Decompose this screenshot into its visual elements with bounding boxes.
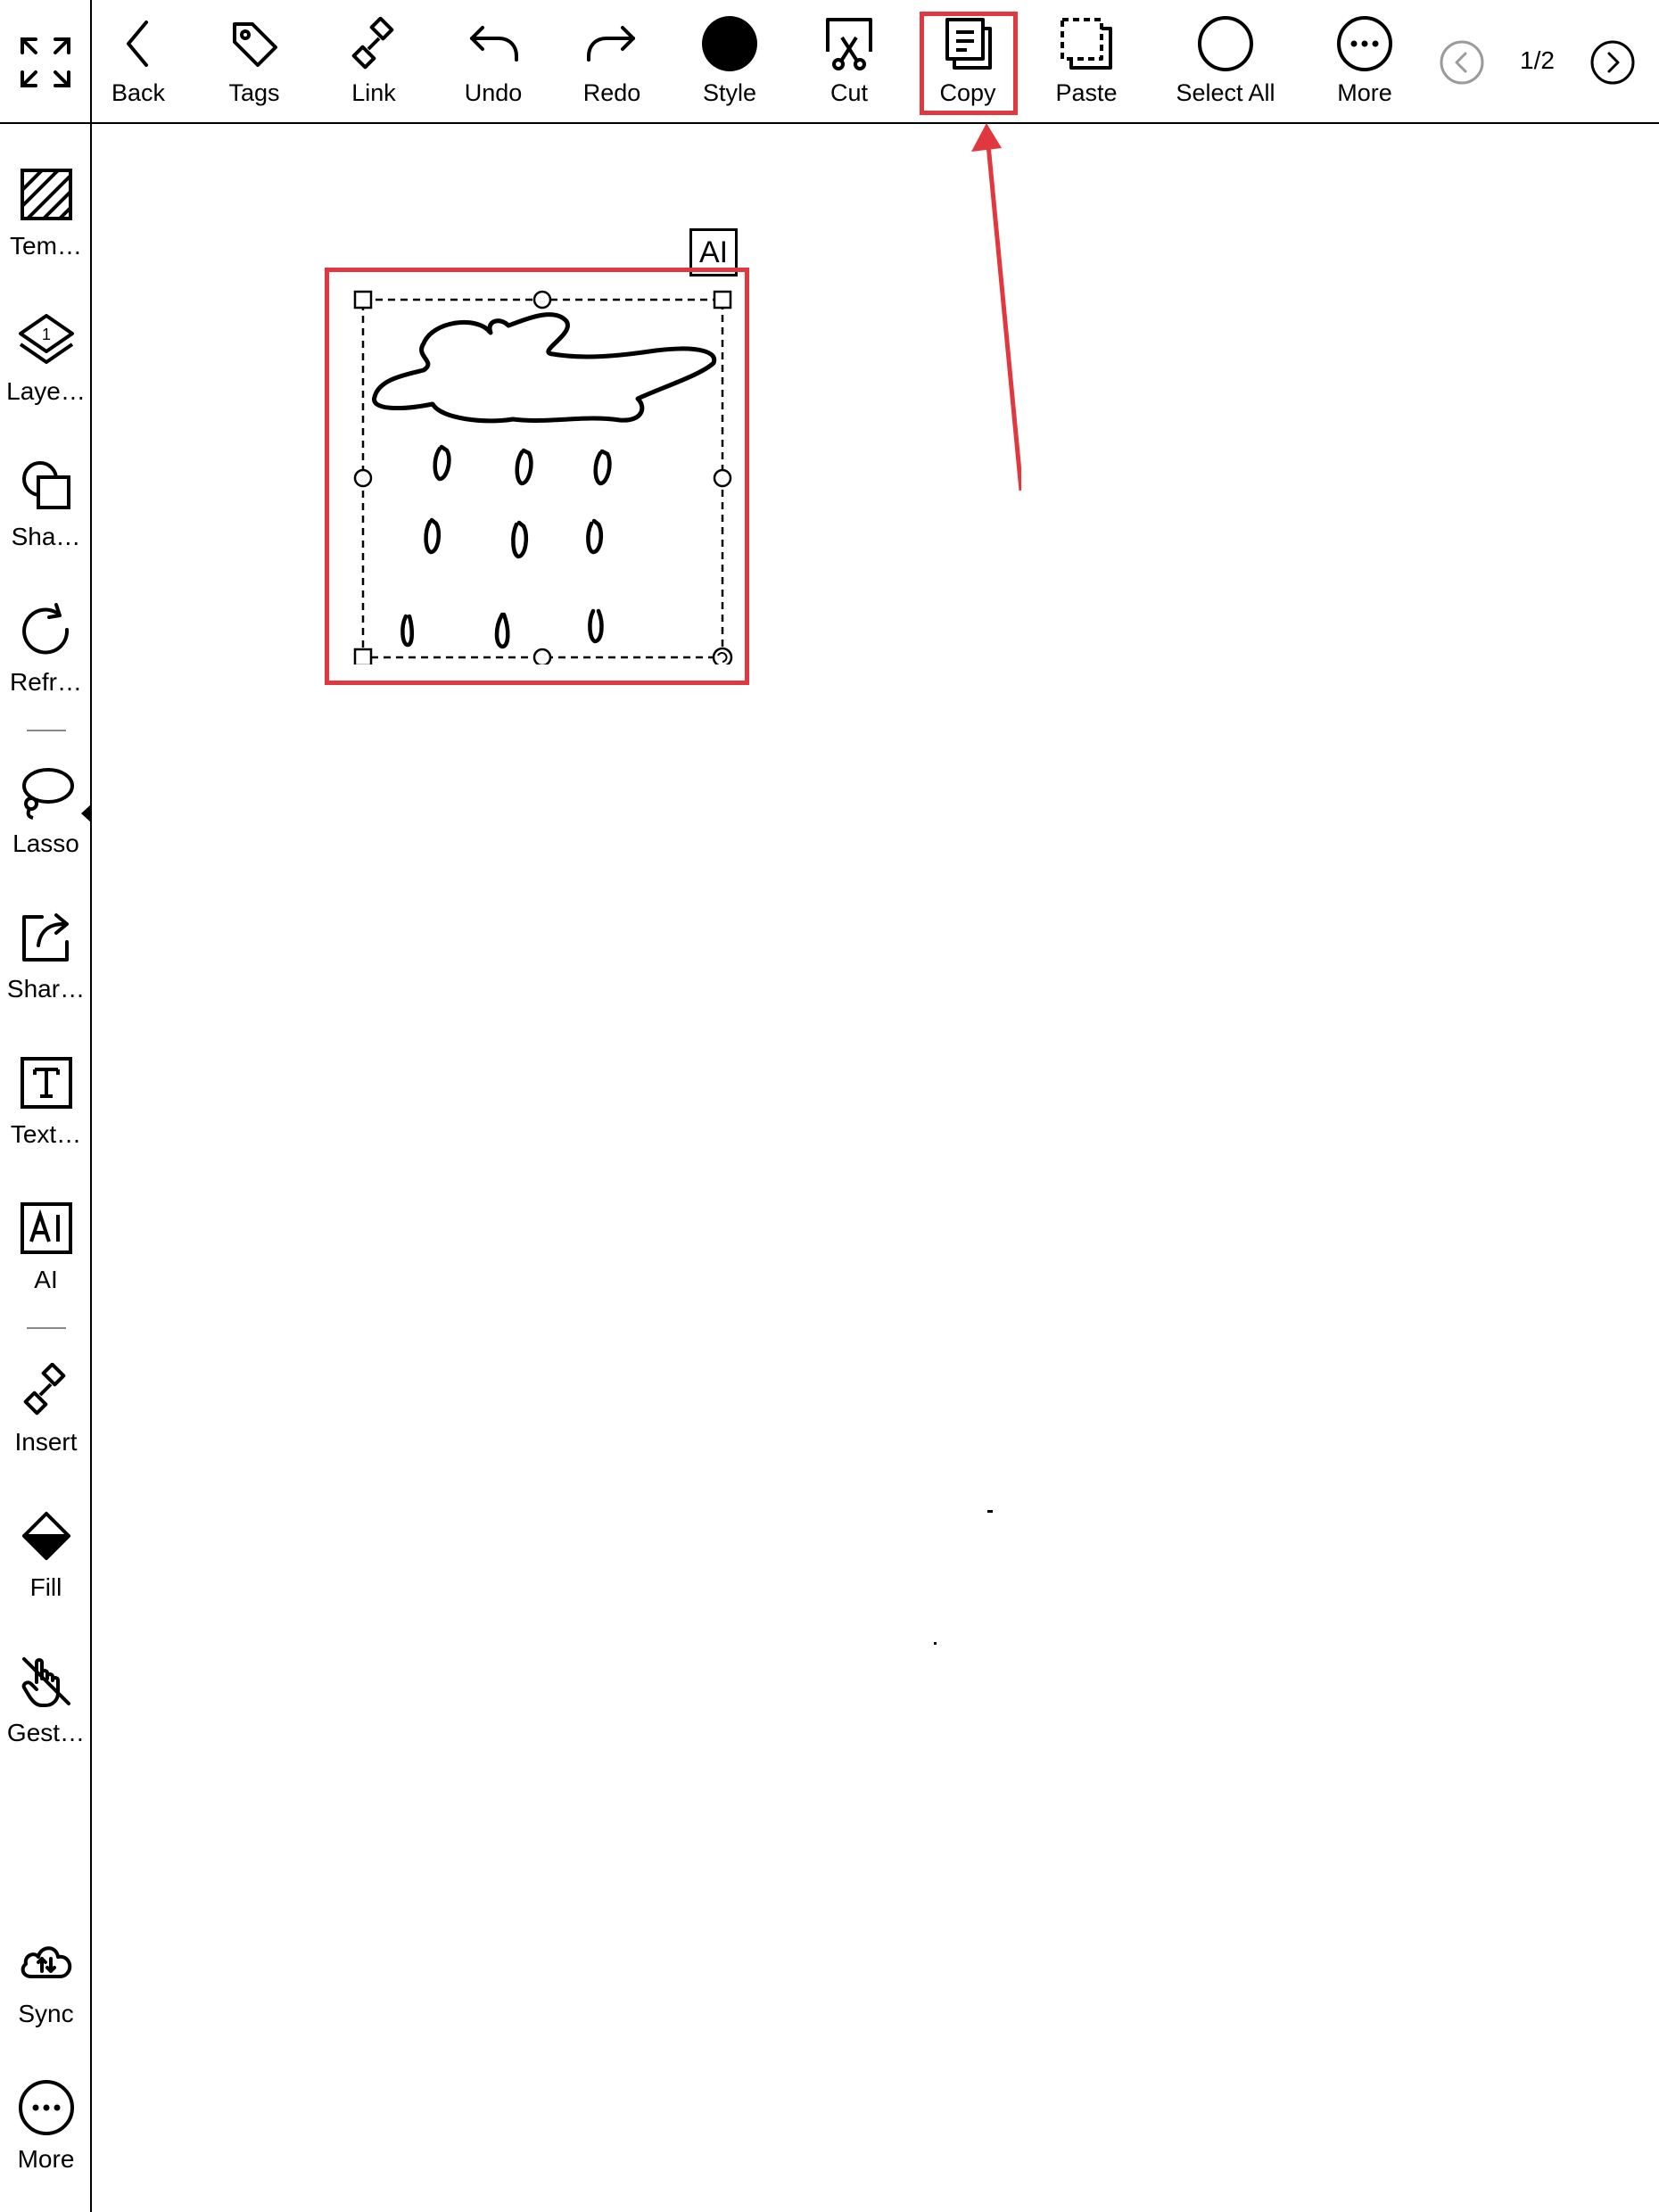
ai-badge-label: AI [698, 235, 729, 269]
sidebar-item-label: Fill [29, 1573, 62, 1601]
text-box-icon [20, 1057, 72, 1109]
chevron-left-icon [127, 21, 148, 67]
sidebar-item-label: Gest… [6, 1719, 86, 1746]
paste-label: Paste [1055, 79, 1118, 106]
sidebar-item-insert[interactable]: Insert [0, 1359, 92, 1457]
circle-outline-icon [1198, 16, 1253, 71]
undo-button[interactable]: Undo [458, 12, 529, 112]
canvas-speck [934, 1642, 937, 1645]
back-button[interactable]: Back [103, 12, 174, 112]
filled-circle-icon [702, 16, 757, 71]
sidebar-item-label: Shar… [6, 975, 86, 1003]
sidebar-item-label: Sha… [11, 523, 81, 550]
select-all-button[interactable]: Select All [1160, 12, 1292, 112]
sidebar-item-label: Laye… [6, 377, 86, 405]
sidebar-divider [27, 1327, 66, 1329]
template-hatch-icon [20, 169, 72, 220]
sidebar-item-shapes[interactable]: Sha… [0, 454, 92, 552]
link-insert-icon [23, 1363, 65, 1416]
ai-box-icon [20, 1202, 72, 1254]
sidebar-item-share[interactable]: Shar… [0, 906, 92, 1004]
sidebar-item-fill[interactable]: Fill [0, 1505, 92, 1603]
fill-bucket-icon [21, 1512, 70, 1560]
layers-icon: 1 [18, 314, 74, 364]
cloud-sync-icon [21, 1946, 71, 1978]
sidebar-divider [27, 730, 66, 731]
sidebar-item-label: Lasso [12, 830, 79, 857]
copy-highlight-annotation [920, 12, 1018, 115]
fullscreen-icon [20, 37, 70, 87]
more-label: More [1337, 79, 1392, 106]
redo-label: Redo [582, 79, 641, 106]
scissors-icon [826, 18, 872, 70]
sidebar-item-sync[interactable]: Sync [0, 1931, 92, 2029]
sidebar-item-label: Insert [14, 1428, 78, 1456]
sidebar-item-label: Refr… [10, 668, 82, 696]
sidebar-item-more[interactable]: More [0, 2076, 92, 2175]
tags-label: Tags [228, 79, 280, 106]
tags-button[interactable]: Tags [219, 12, 290, 112]
more-dots-icon [1337, 16, 1392, 71]
gesture-hand-icon [21, 1657, 70, 1707]
cut-button[interactable]: Cut [813, 12, 885, 112]
selection-highlight-annotation [325, 268, 749, 685]
sidebar-item-lasso[interactable]: Lasso [0, 761, 92, 859]
fullscreen-toggle-button[interactable] [0, 0, 92, 124]
left-sidebar: Tem… 1 Laye… Sha… Refr… Lasso Shar… Text… [0, 124, 92, 2212]
sidebar-item-textbox[interactable]: Text… [0, 1052, 92, 1150]
select-all-label: Select All [1176, 79, 1275, 106]
sidebar-item-ai[interactable]: AI [0, 1197, 92, 1295]
share-icon [21, 913, 69, 962]
paste-button[interactable]: Paste [1051, 12, 1122, 112]
undo-icon [470, 26, 518, 62]
chevron-right-circle-icon [1590, 40, 1635, 85]
cut-label: Cut [830, 79, 869, 106]
link-label: Link [351, 79, 396, 106]
svg-text:1: 1 [41, 326, 50, 343]
shapes-icon [21, 461, 70, 509]
sidebar-item-gesture[interactable]: Gest… [0, 1650, 92, 1748]
sidebar-item-label: Text… [10, 1120, 82, 1148]
sidebar-item-label: AI [34, 1266, 58, 1293]
prev-page-button[interactable] [1439, 39, 1485, 86]
top-toolbar: Back Tags Link Undo Redo Style Cut Copy … [0, 0, 1659, 124]
active-tool-indicator [81, 804, 92, 823]
sidebar-item-label: More [17, 2145, 75, 2173]
lasso-icon [21, 768, 74, 820]
undo-label: Undo [464, 79, 523, 106]
sidebar-item-refresh[interactable]: Refr… [0, 599, 92, 697]
link-icon [351, 17, 394, 70]
canvas-speck [987, 1510, 993, 1513]
paste-icon [1061, 18, 1112, 70]
sidebar-item-label: Tem… [10, 232, 82, 260]
annotation-arrow [971, 123, 1021, 491]
chevron-left-circle-icon [1440, 40, 1484, 85]
redo-icon [587, 26, 635, 62]
redo-button[interactable]: Redo [576, 12, 648, 112]
more-dots-icon [18, 2080, 74, 2135]
link-button[interactable]: Link [338, 12, 409, 112]
refresh-icon [21, 603, 69, 655]
more-button[interactable]: More [1329, 12, 1400, 112]
tag-icon [233, 22, 277, 67]
style-label: Style [702, 79, 757, 106]
sidebar-item-label: Sync [18, 2000, 74, 2027]
sidebar-item-template[interactable]: Tem… [0, 163, 92, 261]
back-label: Back [111, 79, 166, 106]
page-indicator: 1/2 [1520, 46, 1555, 74]
next-page-button[interactable] [1589, 39, 1636, 86]
sidebar-item-layers[interactable]: 1 Laye… [0, 309, 92, 407]
style-button[interactable]: Style [694, 12, 765, 112]
